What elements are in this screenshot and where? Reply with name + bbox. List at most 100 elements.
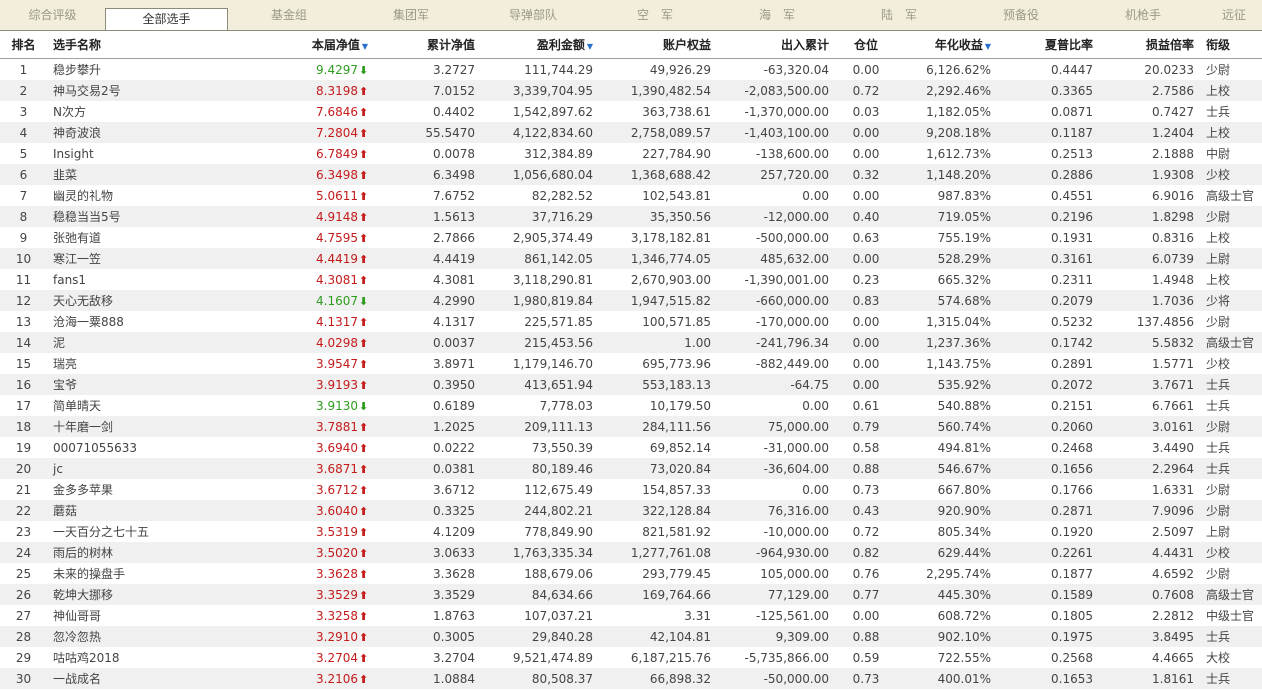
- sort-arrow-icon[interactable]: ▼: [362, 42, 368, 51]
- column-header-ratio[interactable]: 损益倍率: [1099, 31, 1200, 59]
- table-row[interactable]: 16 宝爷 3.9193⬆ 0.3950 413,651.94 553,183.13 -64…: [0, 374, 1262, 395]
- tab-8[interactable]: 预备役: [960, 0, 1082, 30]
- table-row[interactable]: 15 瑞亮 3.9547⬆ 3.8971 1,179,146.70 695,773.96-…: [0, 353, 1262, 374]
- table-row[interactable]: 6 韭菜 6.3498⬆ 6.3498 1,056,680.04 1,368,688.42…: [0, 164, 1262, 185]
- table-row[interactable]: 26 乾坤大挪移 3.3529⬆ 3.3529 84,634.66 169,764.66 7…: [0, 584, 1262, 605]
- column-header-label: 排名: [11, 38, 36, 52]
- cell-pos: 0.79: [835, 416, 897, 437]
- cell-name[interactable]: N次方: [47, 101, 255, 122]
- cell-name[interactable]: 神马交易2号: [47, 80, 255, 101]
- column-header-nav[interactable]: 本届净值 ▼: [255, 31, 374, 59]
- cell-name[interactable]: 泥: [47, 332, 255, 353]
- table-row[interactable]: 4 神奇波浪 7.2804⬆ 55.5470 4,122,834.60 2,758,089…: [0, 122, 1262, 143]
- cell-name[interactable]: 一战成名: [47, 668, 255, 689]
- cell-name[interactable]: 沧海一粟888: [47, 311, 255, 332]
- cell-name[interactable]: 00071055633: [47, 437, 255, 458]
- column-header-annual[interactable]: 年化收益 ▼: [897, 31, 997, 59]
- cell-name[interactable]: 寒江一笠: [47, 248, 255, 269]
- sort-arrow-icon[interactable]: ▼: [587, 42, 593, 51]
- cell-name[interactable]: 一天百分之七十五: [47, 521, 255, 542]
- table-row[interactable]: 22 蘑菇 3.6040⬆ 0.3325 244,802.21 322,128.84 76,…: [0, 500, 1262, 521]
- tab-3[interactable]: 集团军: [350, 0, 472, 30]
- table-row[interactable]: 3 N次方 7.6846⬆ 0.4402 1,542,897.62 363,738.61-…: [0, 101, 1262, 122]
- cell-name[interactable]: 蘑菇: [47, 500, 255, 521]
- tab-0[interactable]: 综合评级: [0, 0, 105, 30]
- cell-name[interactable]: 神奇波浪: [47, 122, 255, 143]
- table-row[interactable]: 25 未来的操盘手 3.3628⬆ 3.3628 188,679.06 293,779.4…: [0, 563, 1262, 584]
- cell-name[interactable]: 宝爷: [47, 374, 255, 395]
- cell-name[interactable]: 忽冷忽热: [47, 626, 255, 647]
- table-row[interactable]: 21 金多多苹果 3.6712⬆ 3.6712 112,675.49 154,857.33…: [0, 479, 1262, 500]
- tab-10[interactable]: 远征: [1204, 0, 1262, 30]
- table-row[interactable]: 11 fans1 4.3081⬆ 4.3081 3,118,290.81 2,670,90…: [0, 269, 1262, 290]
- column-header-cum[interactable]: 累计净值: [374, 31, 481, 59]
- table-row[interactable]: 30 一战成名 3.2106⬆ 1.0884 80,508.37 66,898.32 -50…: [0, 668, 1262, 689]
- table-row[interactable]: 17 简单晴天 3.9130⬇ 0.6189 7,778.03 10,179.50 0.00…: [0, 395, 1262, 416]
- table-row[interactable]: 9 张弛有道 4.7595⬆ 2.7866 2,905,374.49 3,178,182.…: [0, 227, 1262, 248]
- cell-name[interactable]: 简单晴天: [47, 395, 255, 416]
- table-row[interactable]: 5 Insight 6.7849⬆ 0.0078 312,384.89 227,784.9…: [0, 143, 1262, 164]
- cell-sharpe: 0.1766: [1051, 482, 1093, 497]
- table-row[interactable]: 10 寒江一笠 4.4419⬆ 4.4419 861,142.05 1,346,774.0…: [0, 248, 1262, 269]
- cell-name[interactable]: jc: [47, 458, 255, 479]
- table-row[interactable]: 12 天心无敌移 4.1607⬇ 4.2990 1,980,819.84 1,947,51…: [0, 290, 1262, 311]
- tab-2[interactable]: 基金组: [228, 0, 350, 30]
- cell-name[interactable]: Insight: [47, 143, 255, 164]
- table-row[interactable]: 20 jc 3.6871⬆ 0.0381 80,189.46 73,020.84 -36,6…: [0, 458, 1262, 479]
- cell-name[interactable]: 未来的操盘手: [47, 563, 255, 584]
- column-header-sharpe[interactable]: 夏普比率: [997, 31, 1099, 59]
- table-row[interactable]: 14 泥 4.0298⬆ 0.0037 215,453.56 1.00 -241,796.3…: [0, 332, 1262, 353]
- cell-rank_title: 少尉: [1200, 500, 1262, 521]
- column-header-name[interactable]: 选手名称: [47, 31, 255, 59]
- cell-name[interactable]: 神仙哥哥: [47, 605, 255, 626]
- column-header-rank_title[interactable]: 衔级: [1200, 31, 1262, 59]
- sort-arrow-icon[interactable]: ▼: [985, 42, 991, 51]
- tab-9[interactable]: 机枪手: [1082, 0, 1204, 30]
- cell-equity: 3.31: [684, 608, 711, 623]
- nav-value: 3.7881: [316, 419, 358, 434]
- table-row[interactable]: 13 沧海一粟888 4.1317⬆ 4.1317 225,571.85 100,571.…: [0, 311, 1262, 332]
- cell-name[interactable]: 稳步攀升: [47, 59, 255, 81]
- table-row[interactable]: 29 咕咕鸡2018 3.2704⬆ 3.2704 9,521,474.89 6,187,…: [0, 647, 1262, 668]
- cell-name[interactable]: 瑞亮: [47, 353, 255, 374]
- cell-name[interactable]: fans1: [47, 269, 255, 290]
- table-row[interactable]: 27 神仙哥哥 3.3258⬆ 1.8763 107,037.21 3.31 -125,56…: [0, 605, 1262, 626]
- table-row[interactable]: 23 一天百分之七十五 3.5319⬆ 4.1209 778,849.90 821,581…: [0, 521, 1262, 542]
- cell-equity: 1.00: [599, 332, 717, 353]
- tab-5[interactable]: 空 军: [594, 0, 716, 30]
- table-row[interactable]: 19 00071055633 3.6940⬆ 0.0222 73,550.39 69,85…: [0, 437, 1262, 458]
- tab-6[interactable]: 海 军: [716, 0, 838, 30]
- table-row[interactable]: 18 十年磨一剑 3.7881⬆ 1.2025 209,111.13 284,111.56…: [0, 416, 1262, 437]
- table-row[interactable]: 2 神马交易2号 8.3198⬆ 7.0152 3,339,704.95 1,390,48…: [0, 80, 1262, 101]
- tab-7[interactable]: 陆 军: [838, 0, 960, 30]
- table-row[interactable]: 24 雨后的树林 3.5020⬆ 3.0633 1,763,335.34 1,277,76…: [0, 542, 1262, 563]
- cell-name[interactable]: 张弛有道: [47, 227, 255, 248]
- table-row[interactable]: 7 幽灵的礼物 5.0611⬆ 7.6752 82,282.52 102,543.81 0.…: [0, 185, 1262, 206]
- column-header-rank[interactable]: 排名: [0, 31, 47, 59]
- cell-name[interactable]: 天心无敌移: [47, 290, 255, 311]
- tab-4[interactable]: 导弹部队: [472, 0, 594, 30]
- column-header-profit[interactable]: 盈利金额 ▼: [481, 31, 599, 59]
- table-row[interactable]: 28 忽冷忽热 3.2910⬆ 0.3005 29,840.28 42,104.81 9,3…: [0, 626, 1262, 647]
- cell-flow: 0.00: [802, 482, 829, 497]
- cell-name[interactable]: 韭菜: [47, 164, 255, 185]
- tab-1[interactable]: 全部选手: [105, 8, 228, 30]
- cell-name[interactable]: 幽灵的礼物: [47, 185, 255, 206]
- cell-flow: -1,390,001.00: [744, 272, 830, 287]
- cell-pos: 0.32: [835, 164, 897, 185]
- cell-name[interactable]: 十年磨一剑: [47, 416, 255, 437]
- column-header-pos[interactable]: 仓位: [835, 31, 897, 59]
- cell-name[interactable]: 咕咕鸡2018: [47, 647, 255, 668]
- table-row[interactable]: 1 稳步攀升 9.4297⬇ 3.2727 111,744.29 49,926.29 -63…: [0, 59, 1262, 81]
- cell-name[interactable]: 稳稳当当5号: [47, 206, 255, 227]
- cell-ratio: 1.8298: [1099, 206, 1200, 227]
- cell-rank_title: 士兵: [1200, 458, 1262, 479]
- cell-name[interactable]: 乾坤大挪移: [47, 584, 255, 605]
- nav-value: 3.5020: [316, 545, 358, 560]
- column-header-equity[interactable]: 账户权益: [599, 31, 717, 59]
- cell-name[interactable]: 金多多苹果: [47, 479, 255, 500]
- table-row[interactable]: 8 稳稳当当5号 4.9148⬆ 1.5613 37,716.29 35,350.56 -1…: [0, 206, 1262, 227]
- cell-name[interactable]: 雨后的树林: [47, 542, 255, 563]
- column-header-flow[interactable]: 出入累计: [717, 31, 835, 59]
- cell-rank: 30: [0, 668, 47, 689]
